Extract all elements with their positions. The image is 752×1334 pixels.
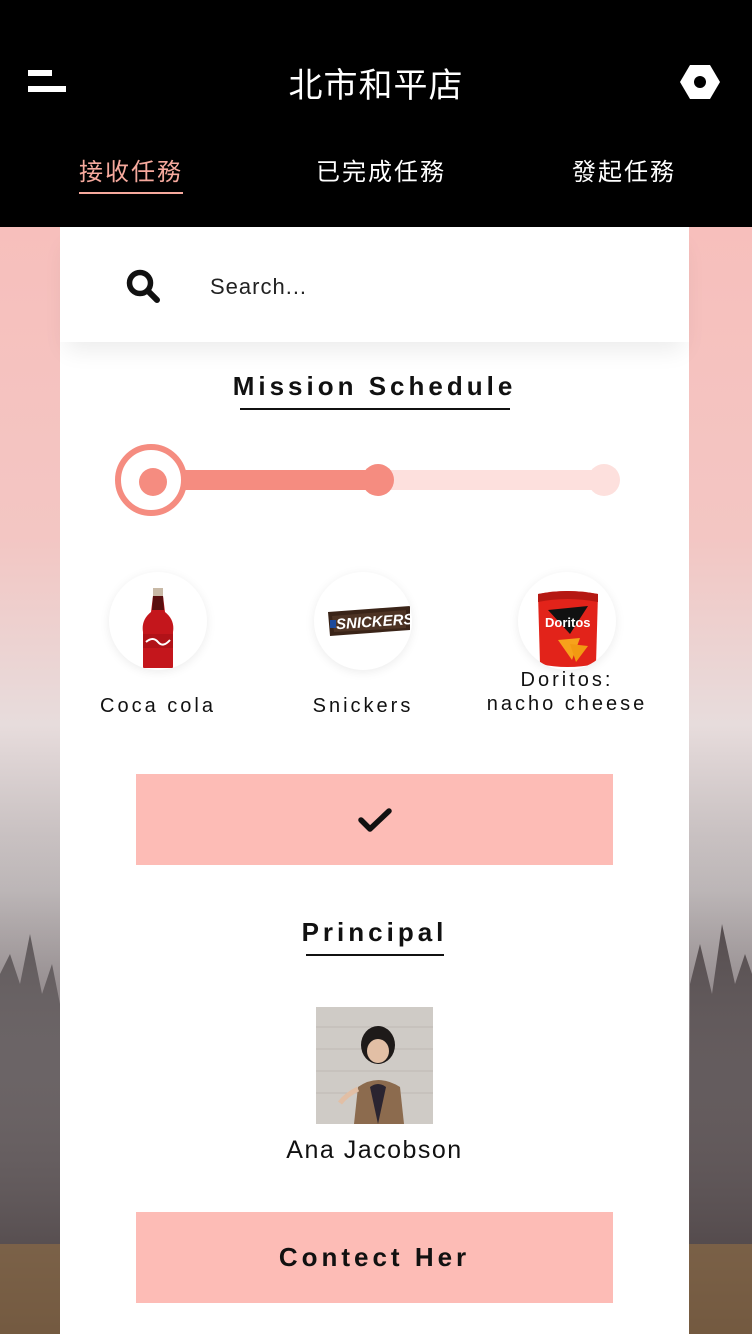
mission-schedule-heading: Mission Schedule	[60, 371, 689, 410]
app-header: 北市和平店 接收任務 已完成任務 發起任務	[0, 0, 752, 227]
svg-text:Doritos: Doritos	[545, 615, 591, 630]
principal-name: Ana Jacobson	[286, 1136, 463, 1164]
search-bar	[60, 227, 689, 342]
tab-initiate-task[interactable]: 發起任務	[572, 152, 676, 187]
product-image: Doritos	[518, 572, 616, 670]
checkmark-icon	[357, 807, 392, 832]
progress-step-current[interactable]	[362, 464, 394, 496]
search-input[interactable]	[208, 267, 632, 307]
avatar	[316, 1007, 433, 1124]
product-name: Snickers	[312, 695, 414, 717]
heading-underline	[239, 408, 510, 410]
progress-step-start[interactable]	[115, 444, 187, 516]
product-image	[109, 572, 207, 670]
product-name: Doritos: nacho cheese	[486, 669, 648, 715]
settings-hexagon-icon[interactable]	[680, 63, 720, 101]
product-item[interactable]: SNICKERS Snickers	[263, 572, 463, 718]
product-image: SNICKERS	[314, 572, 412, 670]
tab-completed-tasks[interactable]: 已完成任務	[316, 152, 446, 187]
product-name: Coca cola	[100, 695, 216, 717]
mission-schedule-title: Mission Schedule	[232, 371, 517, 401]
principal-heading: Principal	[60, 917, 689, 956]
heading-underline	[305, 954, 444, 956]
active-tab-underline	[79, 192, 183, 194]
search-icon[interactable]	[126, 269, 160, 303]
confirm-button[interactable]	[136, 774, 613, 865]
product-item[interactable]: Coca cola	[58, 572, 258, 718]
tab-bar: 接收任務 已完成任務 發起任務	[0, 152, 752, 202]
principal-title: Principal	[301, 917, 448, 947]
snickers-bar-icon: SNICKERS	[328, 606, 412, 636]
page-title: 北市和平店	[288, 66, 464, 106]
mission-progress	[115, 444, 625, 516]
contact-button[interactable]: Contect Her	[136, 1212, 613, 1303]
product-item[interactable]: Doritos Doritos: nacho cheese	[467, 572, 667, 716]
coca-cola-bottle-icon	[142, 588, 174, 668]
tab-label: 發起任務	[572, 158, 676, 186]
tab-label: 已完成任務	[316, 158, 446, 186]
principal-photo	[316, 1007, 433, 1124]
mission-card: Mission Schedule Coca cola	[60, 227, 689, 1334]
doritos-bag-icon: Doritos	[538, 591, 598, 667]
tab-label: 接收任務	[79, 158, 183, 186]
tab-received-tasks[interactable]: 接收任務	[79, 152, 183, 194]
progress-step-end[interactable]	[588, 464, 620, 496]
